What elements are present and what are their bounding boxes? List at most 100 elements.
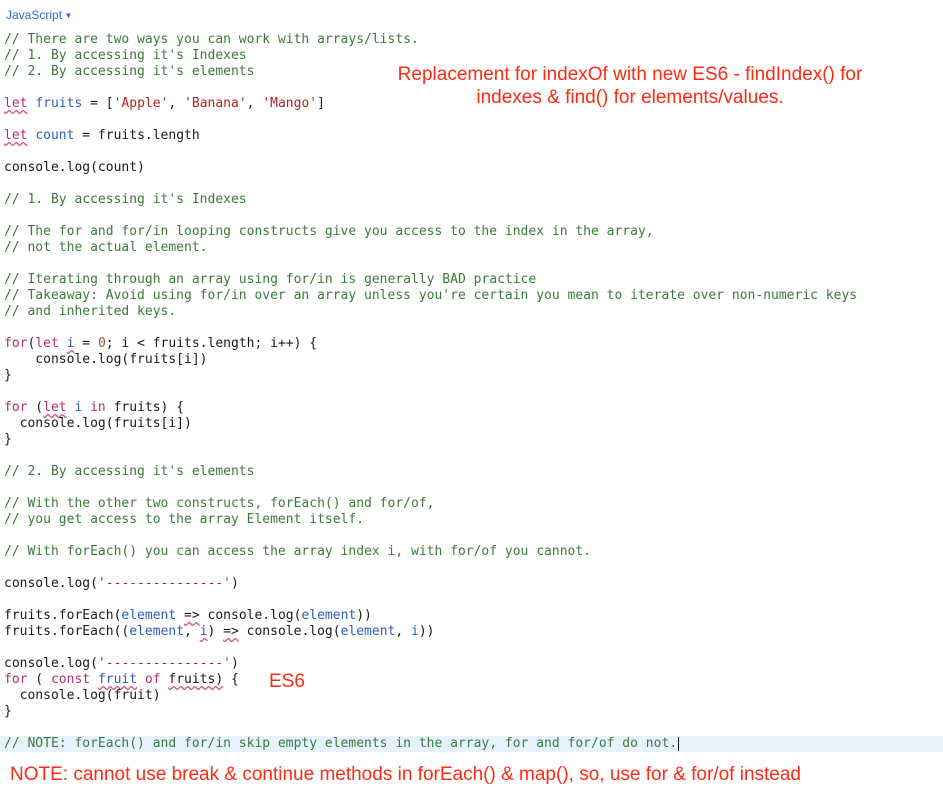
code-line[interactable]: for(let i = 0; i < fruits.length; i++) {	[0, 336, 943, 352]
code-token: for	[4, 336, 28, 351]
code-token: ; i < fruits.length; i++) {	[105, 336, 318, 351]
code-token: console.log(	[4, 656, 98, 671]
code-token: of	[144, 672, 161, 687]
code-token: console.log(count)	[4, 160, 145, 175]
code-line[interactable]	[0, 144, 943, 160]
code-line[interactable]	[0, 640, 943, 656]
code-token: // With the other two constructs, forEac…	[4, 496, 435, 511]
code-token: let	[4, 128, 28, 143]
code-token: // NOTE: forEach() and for/in skip empty…	[4, 736, 678, 751]
code-token: for	[4, 400, 28, 415]
code-token: ]	[317, 96, 325, 111]
code-token: fruit	[97, 672, 138, 687]
code-token: =	[74, 336, 98, 351]
code-line[interactable]: // With forEach() you can access the arr…	[0, 544, 943, 560]
code-line[interactable]	[0, 528, 943, 544]
code-token: element	[340, 624, 396, 639]
code-line[interactable]	[0, 560, 943, 576]
code-line[interactable]	[0, 176, 943, 192]
code-token: 'Mango'	[262, 96, 318, 111]
code-line[interactable]: console.log('---------------')	[0, 656, 943, 672]
code-line[interactable]: fruits.forEach((element, i) => console.l…	[0, 624, 943, 640]
code-token: = fruits.length	[74, 128, 200, 143]
code-line[interactable]	[0, 112, 943, 128]
code-line[interactable]: for (let i in fruits) {	[0, 400, 943, 416]
code-line[interactable]: // 2. By accessing it's elements	[0, 464, 943, 480]
code-line[interactable]: }	[0, 432, 943, 448]
code-token: ,	[168, 96, 185, 111]
language-selector[interactable]: JavaScript ▼	[6, 6, 71, 24]
code-line[interactable]: console.log(fruit)	[0, 688, 943, 704]
code-line[interactable]: // 1. By accessing it's Indexes	[0, 192, 943, 208]
caret-down-icon[interactable]: ▼	[66, 11, 71, 20]
code-line[interactable]: console.log(fruits[i])	[0, 416, 943, 432]
code-token: fruits	[35, 96, 83, 111]
text-cursor	[678, 736, 680, 751]
code-line[interactable]: let count = fruits.length	[0, 128, 943, 144]
code-line[interactable]: // and inherited keys.	[0, 304, 943, 320]
code-line[interactable]: // NOTE: forEach() and for/in skip empty…	[0, 736, 943, 752]
code-line[interactable]: // 1. By accessing it's Indexes	[0, 48, 943, 64]
code-token: {	[223, 672, 239, 687]
code-token: ,	[246, 96, 263, 111]
code-token: = [	[82, 96, 114, 111]
code-editor[interactable]: // There are two ways you can work with …	[0, 32, 943, 752]
code-token: count	[35, 128, 75, 143]
code-token: element	[121, 608, 177, 623]
code-token: fruits) {	[105, 400, 185, 415]
code-line[interactable]: // Iterating through an array using for/…	[0, 272, 943, 288]
code-line[interactable]: }	[0, 704, 943, 720]
code-token: console.log(fruit)	[4, 688, 161, 703]
code-line[interactable]	[0, 480, 943, 496]
code-line[interactable]	[0, 256, 943, 272]
code-line[interactable]: console.log('---------------')	[0, 576, 943, 592]
code-token: )	[207, 624, 224, 639]
code-line[interactable]: console.log(fruits[i])	[0, 352, 943, 368]
code-token: // Iterating through an array using for/…	[4, 272, 537, 287]
code-line[interactable]	[0, 720, 943, 736]
code-token: =>	[184, 608, 200, 623]
language-label[interactable]: JavaScript	[6, 8, 62, 22]
code-token: (	[27, 400, 44, 415]
code-line[interactable]: }	[0, 368, 943, 384]
code-token: // The for and for/in looping constructs…	[4, 224, 654, 239]
code-token: in	[90, 400, 106, 415]
code-token: let	[43, 400, 67, 415]
code-token: ))	[356, 608, 372, 623]
code-token: 0	[97, 336, 106, 351]
code-token: fruits.forEach(	[4, 608, 122, 623]
code-line[interactable]: for ( const fruit of fruits) {	[0, 672, 943, 688]
code-line[interactable]: console.log(count)	[0, 160, 943, 176]
code-line[interactable]	[0, 384, 943, 400]
code-line[interactable]: // you get access to the array Element i…	[0, 512, 943, 528]
code-token: i	[411, 624, 419, 639]
code-line[interactable]	[0, 208, 943, 224]
code-token: console.log(	[4, 576, 98, 591]
code-token: 'Apple'	[113, 96, 169, 111]
code-token: 'Banana'	[184, 96, 247, 111]
code-token: ,	[395, 624, 412, 639]
code-line[interactable]	[0, 592, 943, 608]
code-token: )	[230, 576, 239, 591]
code-line[interactable]: // Takeaway: Avoid using for/in over an …	[0, 288, 943, 304]
code-token: element	[301, 608, 357, 623]
code-line[interactable]	[0, 320, 943, 336]
code-token: console.log(fruits[i])	[4, 416, 192, 431]
code-line[interactable]: // There are two ways you can work with …	[0, 32, 943, 48]
code-token: console.log(	[199, 608, 302, 623]
code-token: ,	[184, 624, 200, 639]
code-line[interactable]: // With the other two constructs, forEac…	[0, 496, 943, 512]
code-line[interactable]: // not the actual element.	[0, 240, 943, 256]
code-line[interactable]: // The for and for/in looping constructs…	[0, 224, 943, 240]
code-token: // Takeaway: Avoid using for/in over an …	[4, 288, 858, 303]
code-line[interactable]: fruits.forEach(element => console.log(el…	[0, 608, 943, 624]
code-token: let	[4, 96, 28, 111]
code-line[interactable]	[0, 448, 943, 464]
code-token: }	[4, 368, 12, 383]
code-token: element	[129, 624, 185, 639]
code-token: )	[230, 656, 239, 671]
annotation-es6-label: ES6	[269, 671, 305, 692]
code-token: // 1. By accessing it's Indexes	[4, 48, 247, 63]
